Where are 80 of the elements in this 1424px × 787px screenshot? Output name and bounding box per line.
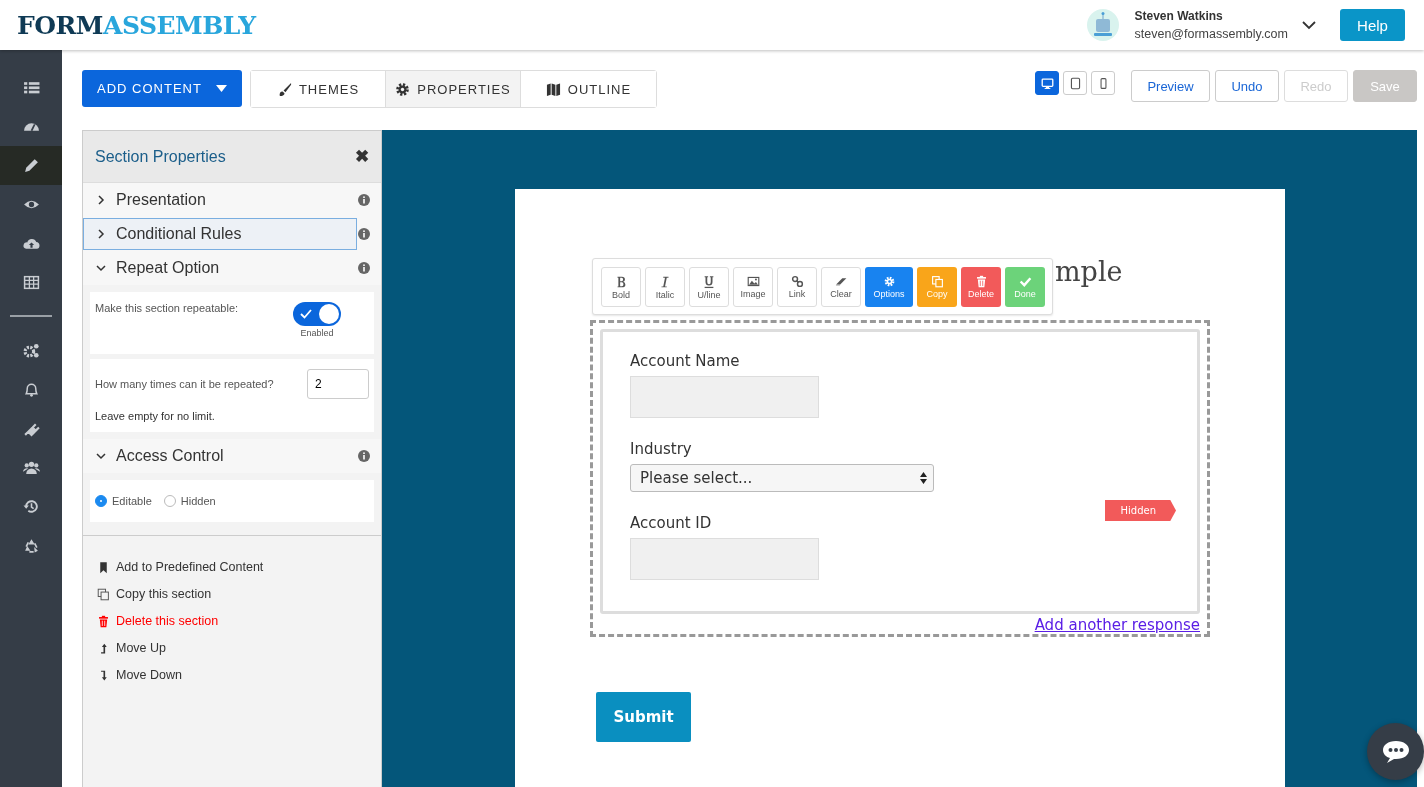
tab[interactable]: THEMES [251,71,386,107]
panel-action[interactable]: Delete this section [97,614,367,628]
info-icon[interactable] [358,450,370,462]
info-icon[interactable] [358,228,370,240]
editor-button[interactable]: Options [865,267,913,307]
field-label: Industry [630,440,693,458]
tab[interactable]: PROPERTIES [386,71,521,107]
pencil-icon [22,157,40,174]
device-button[interactable] [1035,71,1059,95]
select-field[interactable]: Please select... [630,464,934,492]
submit-button[interactable]: Submit [596,692,691,742]
nav-item[interactable] [0,146,62,185]
info-icon[interactable] [358,194,370,206]
editor-button[interactable]: Image [733,267,773,307]
action-button[interactable]: Preview [1131,70,1210,102]
user-name: Steven Watkins [1134,9,1224,23]
list-icon [22,79,40,96]
radio-option[interactable]: Hidden [163,495,216,507]
eraser-icon [834,275,848,288]
select-arrows-icon [920,472,927,484]
add-response-link[interactable]: Add another response [600,616,1200,634]
image-icon [746,275,760,288]
panel-action[interactable]: Copy this section [97,587,367,601]
gears-icon [22,342,40,359]
input-field[interactable]: 2 [307,369,369,399]
trash-icon [97,614,110,628]
settings-icon [395,81,411,97]
trash-icon [974,275,988,288]
settings-icon [882,275,896,288]
toggle-caption: Enabled [300,328,334,338]
panel-title: Section Properties [95,147,226,166]
user-email: steven@formassembly.com [1134,27,1288,41]
field-label: Account ID [630,514,713,532]
history-icon [22,498,40,515]
panel-action[interactable]: Move Down [97,668,367,682]
panel-action[interactable]: Add to Predefined Content [97,560,367,574]
bell-icon [22,381,40,398]
chevron-icon [96,195,106,205]
panel-action[interactable]: Move Up [97,641,367,655]
link-icon [790,275,804,288]
desktop-icon [1040,76,1054,90]
form-title: mple [1055,256,1123,287]
close-button[interactable]: ✖ [355,146,369,167]
add-content-button[interactable]: ADD CONTENT [82,70,242,107]
chevron-icon [96,229,106,239]
chat-icon [1380,738,1411,765]
input-field[interactable] [630,538,819,580]
map-icon [545,81,561,97]
editor-button[interactable]: Link [777,267,817,307]
editor-button[interactable]: U/line [689,267,729,307]
users-icon [22,459,40,476]
chevron-icon [96,263,106,273]
caret-icon [215,85,227,92]
accordion-header[interactable]: Conditional Rules [83,218,357,250]
info-icon[interactable] [358,262,370,274]
tablet-icon [1068,76,1082,90]
recycle-icon [22,537,40,554]
radio-option[interactable]: Editable [95,495,152,507]
bookmark-icon [97,560,110,574]
toggle-switch[interactable] [293,302,341,326]
editor-button[interactable]: Italic [645,267,685,307]
logo[interactable]: FORMASSEMBLY [17,10,256,40]
chevron-icon [96,451,106,461]
toggle-label: Make this section repeatable: [95,302,239,316]
underline-icon [702,274,716,289]
hidden-badge: Hidden [1104,500,1176,521]
check-icon [300,308,312,320]
input-field[interactable] [630,376,819,418]
avatar-icon[interactable] [1086,9,1119,41]
copy-icon [930,275,944,288]
field-label: How many times can it be repeated? [95,378,274,390]
chevron-down-icon[interactable] [1302,20,1316,30]
editor-button[interactable]: Bold [601,267,641,307]
hint-text: Leave empty for no limit. [95,410,216,422]
copy-icon [97,587,110,601]
editor-button[interactable]: Clear [821,267,861,307]
table-icon [22,274,40,291]
check-icon [1018,275,1032,288]
action-button[interactable]: Undo [1215,70,1279,102]
field-label: Account Name [630,352,741,370]
